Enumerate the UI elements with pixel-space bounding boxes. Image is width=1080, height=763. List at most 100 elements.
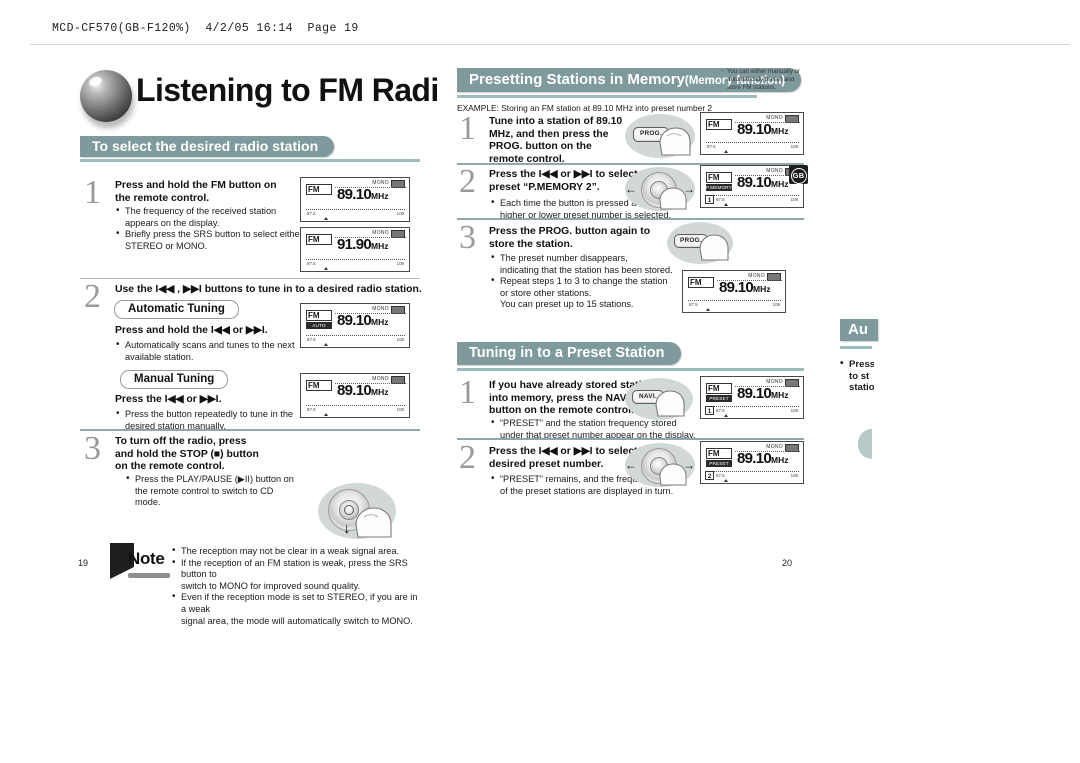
lcd-fm-label: FM (306, 310, 332, 321)
step-3-bullets: Press the PLAY/PAUSE (▶II) button on the… (126, 473, 326, 509)
lcd-mode-tag: P.MEMORY (706, 184, 732, 191)
lcd-frequency: 89.10MHz (737, 121, 789, 138)
lcd-scale-right: 108 (396, 211, 404, 216)
lcd-scale (706, 142, 799, 153)
bullet-line: STEREO or MONO. (125, 240, 208, 251)
lcd-scale-right: 108 (772, 302, 780, 307)
lcd-frequency: 89.10MHz (337, 186, 389, 203)
note-line: switch to MONO for improved sound qualit… (181, 580, 361, 591)
lcd-scale-right: 108 (396, 337, 404, 342)
lcd-scale-left: 87.5 (716, 197, 725, 202)
left-page: Listening to FM Radio To select the desi… (30, 46, 458, 694)
callout-line: automatically preset and (727, 76, 795, 84)
lcd-preset-number: 1 (705, 195, 714, 204)
lcd-scale (306, 259, 405, 270)
callout-note: - You can either manually or automatical… (721, 67, 822, 93)
bullet-line: the remote control to switch to CD (135, 485, 274, 496)
dash-icon: - (721, 67, 724, 74)
step-divider (80, 429, 420, 431)
lcd-fm-label: FM (306, 234, 332, 245)
jog-dial-illustration: ← → (625, 443, 695, 487)
right-page-bullets: Press to st statio (840, 359, 874, 394)
lcd-scale-left: 87.5 (307, 211, 316, 216)
remote-stop-illustration: ↓ (318, 483, 396, 539)
navi-button-illustration: NAVI. (625, 378, 693, 420)
lcd-scale-right: 108 (790, 144, 798, 149)
page-edge-decoration (858, 429, 872, 459)
sphere-decoration-icon (80, 70, 132, 122)
section-banner-partial: Au (840, 319, 878, 341)
bullet-line: The frequency of the received station (116, 205, 331, 218)
step-3-heading: Press the PROG. button again to store th… (489, 226, 651, 250)
hand-icon (355, 507, 392, 538)
bullet-line: You can preset up to 15 stations. (500, 299, 634, 310)
lcd-display: MONO FM 89.10MHz 87.5 108 (300, 177, 410, 222)
lcd-frequency: 91.90MHz (337, 236, 389, 253)
lcd-frequency: 89.10MHz (737, 174, 789, 191)
hand-icon (659, 187, 687, 210)
banner-underline (457, 368, 804, 371)
lcd-fm-label: FM (306, 380, 332, 391)
right-page-partial: Au Press to st statio (834, 46, 1080, 694)
lcd-scale-left: 87.5 (307, 337, 316, 342)
note-underline (128, 573, 170, 578)
lcd-scale-left: 87.5 (707, 144, 716, 149)
lcd-scale (306, 405, 405, 416)
lcd-mode-tag: PRESET (706, 460, 732, 467)
bullet-line: Press the PLAY/PAUSE (▶II) button on (126, 473, 326, 486)
bullet-line: Press (840, 359, 874, 371)
lcd-mode-tag: AUTO SCAN (306, 322, 332, 329)
left-arrow-icon: ← (625, 458, 637, 472)
step-divider (457, 438, 804, 440)
header-rule (30, 44, 1070, 45)
lcd-mode-tag: PRESET (706, 395, 732, 402)
print-header: MCD-CF570(GB-F120%) 4/2/05 16:14 Page 19 (52, 22, 359, 35)
step-1-heading: Press and hold the FM button on the remo… (115, 180, 277, 204)
lcd-scale-left: 87.5 (307, 261, 316, 266)
lcd-preset-number: 2 (705, 471, 714, 480)
lcd-scale-right: 108 (790, 473, 798, 478)
lcd-fm-label: FM (706, 119, 732, 130)
bullet-line: to st (849, 370, 870, 382)
lcd-scale (306, 209, 405, 220)
lcd-fm-label: FM (706, 448, 732, 459)
lcd-display-preset: MONO FM PRESET 89.10MHz 2 87.5 108 (700, 441, 804, 484)
gb-badge-label: GB (790, 167, 807, 184)
preset-step-number-2: 2 (459, 439, 476, 476)
hand-icon (659, 127, 691, 156)
callout-line: store FM stations. (727, 84, 777, 92)
lcd-scale (688, 300, 781, 311)
note-line: The reception may not be clear in a weak… (172, 545, 422, 558)
page-number-left: 19 (78, 558, 89, 568)
lcd-fm-label: FM (688, 277, 714, 288)
step-number-1: 1 (459, 110, 476, 147)
pill-manual-tuning: Manual Tuning (120, 370, 229, 389)
bullet-line: indicating that the station has been sto… (500, 264, 673, 275)
step-number-1: 1 (84, 174, 101, 211)
bullet-line: Repeat steps 1 to 3 to change the statio… (491, 275, 706, 288)
lcd-scale-right: 108 (790, 197, 798, 202)
step-number-3: 3 (459, 219, 476, 256)
page-number-middle: 20 (782, 558, 793, 568)
lcd-preset-number: 1 (705, 406, 714, 415)
banner-underline (80, 159, 420, 162)
bullet-line: of the preset stations are displayed in … (500, 485, 674, 496)
lcd-display: MONO FM 89.10MHz 87.5 108 (682, 270, 786, 313)
bullet-line: or store other stations. (500, 287, 592, 298)
lcd-scale-left: 87.5 (307, 407, 316, 412)
lcd-scale-right: 108 (790, 408, 798, 413)
step-number-2: 2 (459, 163, 476, 200)
lcd-frequency: 89.10MHz (737, 450, 789, 467)
left-arrow-icon: ← (625, 182, 637, 196)
section-banner-radio-station: To select the desired radio station (80, 136, 335, 157)
step-3-heading: To turn off the radio, press and hold th… (115, 436, 259, 473)
lcd-fm-label: FM (706, 383, 732, 394)
lcd-scale-left: 87.5 (689, 302, 698, 307)
title-row: Listening to FM Radio (80, 68, 458, 126)
step-number-2: 2 (84, 278, 101, 315)
bullet-line: Briefly press the SRS button to select e… (116, 228, 331, 241)
note-line: If the reception of an FM station is wea… (172, 557, 422, 581)
step-divider (457, 218, 804, 220)
middle-page: Presetting Stations in Memory(Memory fun… (437, 46, 827, 694)
bullet-line: mode. (135, 497, 161, 508)
